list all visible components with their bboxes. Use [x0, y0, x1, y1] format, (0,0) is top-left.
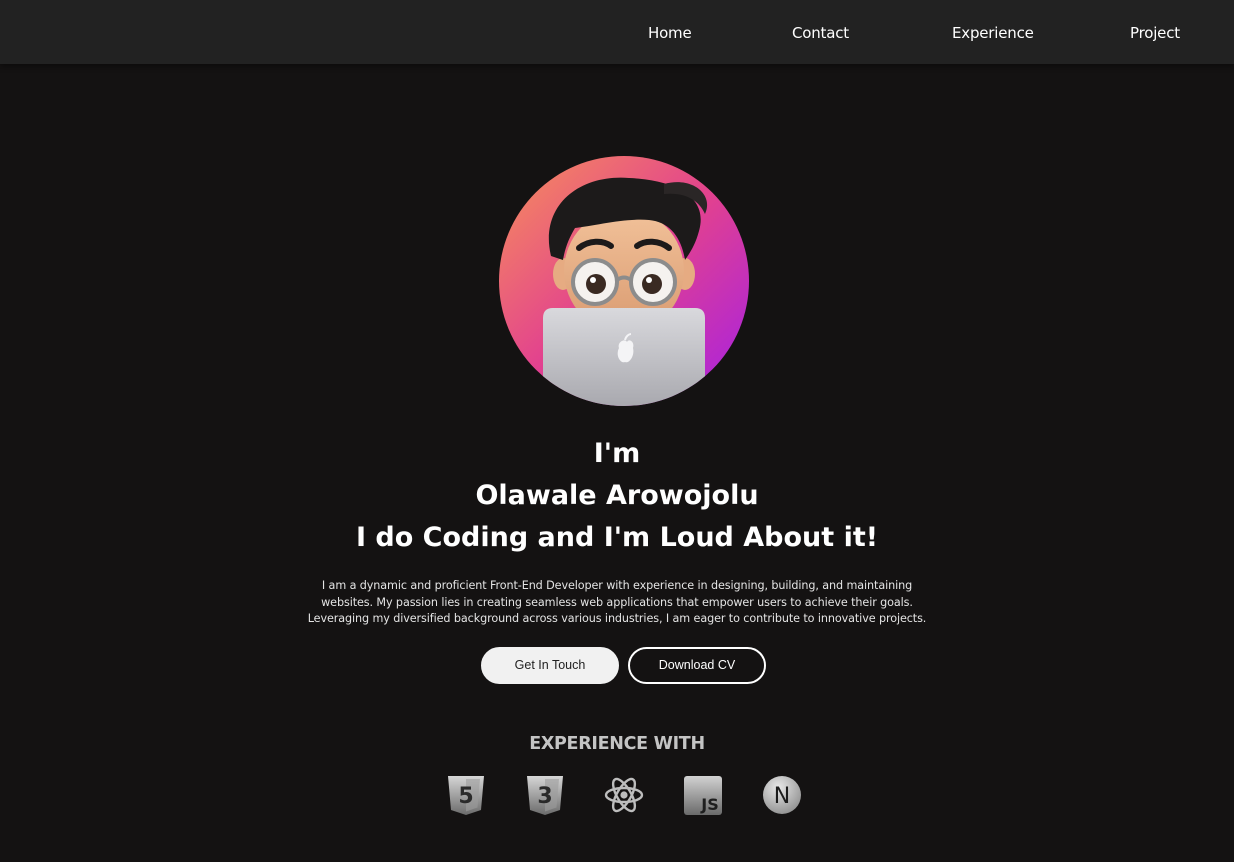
svg-text:N: N — [774, 784, 790, 809]
download-cv-button[interactable]: Download CV — [628, 647, 766, 684]
javascript-icon: JS — [683, 774, 723, 816]
hero-tagline: I do Coding and I'm Loud About it! — [355, 522, 879, 553]
nextjs-icon: N — [762, 774, 802, 816]
nav-contact-link[interactable]: Contact — [792, 0, 849, 64]
nav-home-link[interactable]: Home — [648, 0, 692, 64]
top-navbar: Home Contact Experience Project — [0, 0, 1234, 64]
nav-experience-link[interactable]: Experience — [952, 0, 1034, 64]
hero-greeting: I'm — [593, 438, 641, 469]
nav-project-link[interactable]: Project — [1130, 0, 1180, 64]
memoji-avatar-icon — [499, 156, 749, 406]
hero-bio: I am a dynamic and proficient Front-End … — [307, 579, 927, 626]
svg-text:JS: JS — [700, 795, 718, 814]
profile-avatar — [499, 156, 749, 406]
hero-name: Olawale Arowojolu — [475, 480, 759, 511]
html5-icon: 5 — [446, 774, 486, 816]
get-in-touch-button[interactable]: Get In Touch — [481, 647, 619, 684]
css3-icon: 3 — [525, 774, 565, 816]
svg-text:5: 5 — [458, 784, 473, 809]
svg-text:3: 3 — [537, 784, 552, 809]
react-icon — [604, 774, 644, 816]
experience-title: EXPERIENCE WITH — [529, 734, 705, 754]
apple-logo-icon — [617, 340, 634, 363]
